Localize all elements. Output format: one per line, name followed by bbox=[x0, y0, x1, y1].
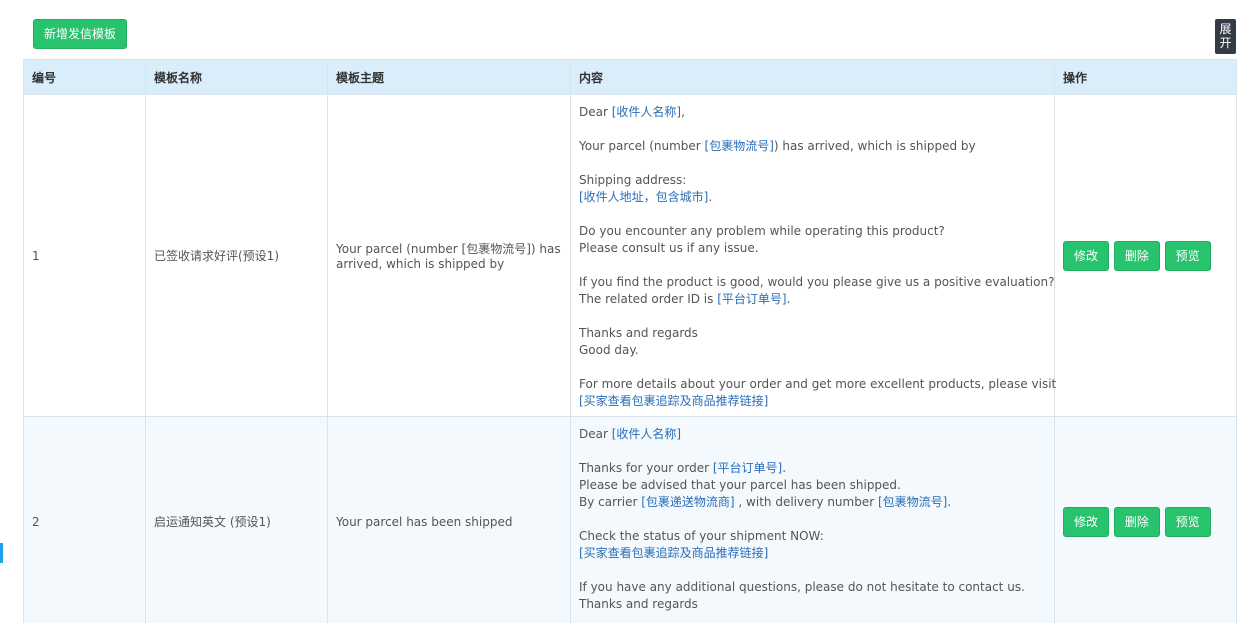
content-line: If you find the product is good, would y… bbox=[579, 274, 1054, 291]
content-line: Check the status of your shipment NOW: bbox=[579, 528, 1046, 545]
cell-id: 2 bbox=[23, 416, 146, 623]
content-line: Dear [收件人名称] bbox=[579, 426, 1046, 443]
expand-toggle-button[interactable]: 展 开 bbox=[1215, 19, 1236, 54]
content-line bbox=[579, 257, 1046, 274]
edit-button[interactable]: 修改 bbox=[1063, 506, 1109, 537]
content-line: [收件人地址，包含城市]. bbox=[579, 189, 1046, 206]
content-line: Shipping address: bbox=[579, 172, 1046, 189]
content-text: ) has arrived, which is shipped by bbox=[773, 139, 976, 153]
expand-label-char-2: 开 bbox=[1219, 36, 1232, 50]
content-text: Do you encounter any problem while opera… bbox=[579, 224, 945, 238]
content-text: Good day. bbox=[579, 343, 639, 357]
content-line: By carrier [包裹递送物流商] , with delivery num… bbox=[579, 494, 1046, 511]
content-line bbox=[579, 155, 1046, 172]
placeholder-token: [平台订单号] bbox=[712, 461, 783, 475]
content-text: For more details about your order and ge… bbox=[579, 377, 1057, 391]
table-header-row: 编号 模板名称 模板主题 内容 操作 bbox=[23, 59, 1237, 95]
content-text: . bbox=[708, 190, 713, 204]
cell-id: 1 bbox=[23, 94, 146, 417]
placeholder-token: [收件人名称] bbox=[611, 105, 682, 119]
placeholder-token: [平台订单号] bbox=[717, 292, 787, 306]
content-line: [买家查看包裹追踪及商品推荐链接] bbox=[579, 545, 1046, 562]
content-text: If you find the product is good, would y… bbox=[579, 275, 1055, 289]
cell-content: Dear [收件人名称] Thanks for your order [平台订单号… bbox=[570, 416, 1055, 623]
left-edge-marker bbox=[0, 543, 3, 563]
content-text: Shipping address: bbox=[579, 173, 687, 187]
content-line: Thanks and regards bbox=[579, 596, 1046, 613]
content-text: Thanks and regards bbox=[579, 326, 698, 340]
content-text: By carrier bbox=[579, 495, 642, 509]
content-line: For more details about your order and ge… bbox=[579, 376, 1056, 393]
content-line bbox=[579, 443, 1046, 460]
cell-subject: Your parcel has been shipped bbox=[327, 416, 571, 623]
content-text: , bbox=[681, 105, 685, 119]
content-line bbox=[579, 206, 1046, 223]
table-row: 1 已签收请求好评(预设1) Your parcel (number [包裹物流… bbox=[23, 94, 1237, 417]
placeholder-token: [买家查看包裹追踪及商品推荐链接] bbox=[579, 546, 769, 560]
content-line: Do you encounter any problem while opera… bbox=[579, 223, 1046, 240]
content-text: Please consult us if any issue. bbox=[579, 241, 759, 255]
content-line bbox=[579, 359, 1046, 376]
template-list-page: 新增发信模板 展 开 编号 模板名称 模板主题 内容 操作 1 已签收请求好评( bbox=[0, 0, 1239, 623]
add-template-button[interactable]: 新增发信模板 bbox=[33, 19, 127, 49]
cell-subject: Your parcel (number [包裹物流号]) has arrived… bbox=[327, 94, 571, 417]
delete-button[interactable]: 删除 bbox=[1113, 240, 1160, 271]
content-text: . bbox=[947, 495, 952, 509]
content-line: Please be advised that your parcel has b… bbox=[579, 477, 1046, 494]
content-line: Your parcel (number [包裹物流号]) has arrived… bbox=[579, 138, 1046, 155]
placeholder-token: [收件人地址，包含城市] bbox=[579, 190, 709, 204]
content-text: If you have any additional questions, pl… bbox=[579, 580, 1025, 594]
content-text: Dear bbox=[579, 105, 612, 119]
content-line bbox=[579, 511, 1046, 528]
cell-actions: 修改 删除 预览 bbox=[1054, 416, 1237, 623]
content-line: If you have any additional questions, pl… bbox=[579, 579, 1046, 596]
content-text: . bbox=[786, 292, 791, 306]
content-line: Good day. bbox=[579, 342, 1046, 359]
preview-button[interactable]: 预览 bbox=[1164, 506, 1211, 537]
content-line: The related order ID is [平台订单号]. bbox=[579, 291, 1046, 308]
content-text: Thanks for your order bbox=[579, 461, 713, 475]
expand-label-char-1: 展 bbox=[1219, 22, 1232, 36]
content-line bbox=[579, 562, 1046, 579]
placeholder-token: [买家查看包裹追踪及商品推荐链接] bbox=[579, 394, 769, 408]
placeholder-token: [收件人名称] bbox=[611, 427, 682, 441]
placeholder-token: [包裹物流号] bbox=[704, 139, 774, 153]
col-header-id: 编号 bbox=[23, 59, 146, 95]
content-text: The related order ID is bbox=[579, 292, 718, 306]
content-line bbox=[579, 121, 1046, 138]
content-text: , with delivery number bbox=[734, 495, 878, 509]
content-line: [买家查看包裹追踪及商品推荐链接] bbox=[579, 393, 1046, 410]
cell-actions: 修改 删除 预览 bbox=[1054, 94, 1237, 417]
edit-button[interactable]: 修改 bbox=[1063, 240, 1109, 271]
cell-content: Dear [收件人名称], Your parcel (number [包裹物流号]… bbox=[570, 94, 1056, 417]
content-text: Thanks and regards bbox=[579, 597, 698, 611]
col-header-content: 内容 bbox=[570, 59, 1055, 95]
cell-name: 启运通知英文 (预设1) bbox=[145, 416, 328, 623]
content-line: Thanks for your order [平台订单号]. bbox=[579, 460, 1046, 477]
content-line: Thanks and regards bbox=[579, 325, 1046, 342]
content-line bbox=[579, 308, 1046, 325]
content-text: Your parcel (number bbox=[579, 139, 705, 153]
template-table: 编号 模板名称 模板主题 内容 操作 1 已签收请求好评(预设1) Your p… bbox=[23, 59, 1237, 623]
content-text: Check the status of your shipment NOW: bbox=[579, 529, 824, 543]
content-text: Dear bbox=[579, 427, 612, 441]
table-row: 2 启运通知英文 (预设1) Your parcel has been ship… bbox=[23, 416, 1237, 623]
col-header-subject: 模板主题 bbox=[327, 59, 571, 95]
content-line: Please consult us if any issue. bbox=[579, 240, 1046, 257]
content-text: . bbox=[782, 461, 787, 475]
content-text: Please be advised that your parcel has b… bbox=[579, 478, 901, 492]
col-header-actions: 操作 bbox=[1054, 59, 1237, 95]
col-header-name: 模板名称 bbox=[145, 59, 328, 95]
delete-button[interactable]: 删除 bbox=[1113, 506, 1160, 537]
placeholder-token: [包裹物流号] bbox=[877, 495, 948, 509]
preview-button[interactable]: 预览 bbox=[1164, 240, 1211, 271]
content-line: Dear [收件人名称], bbox=[579, 104, 1046, 121]
placeholder-token: [包裹递送物流商] bbox=[641, 495, 735, 509]
cell-name: 已签收请求好评(预设1) bbox=[145, 94, 328, 417]
